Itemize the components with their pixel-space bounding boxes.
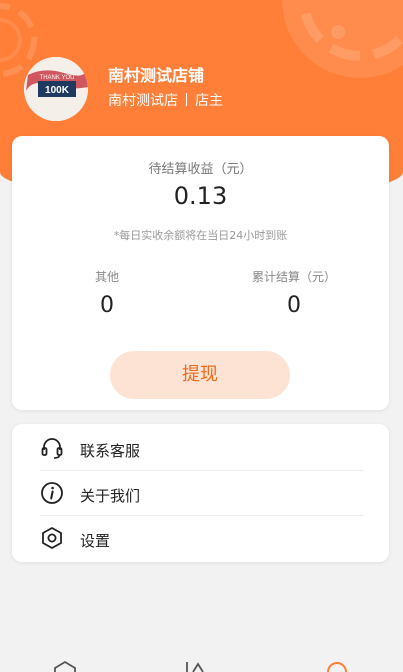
total-settled-label: 累计结算（元） [251,270,336,284]
other-label: 其他 [94,270,119,284]
store-name: 南村测试店 [108,93,178,109]
total-settled-value: 0 [287,293,301,318]
shop-name: 南村测试店铺 [108,66,205,85]
menu-item-label: 设置 [80,532,111,550]
menu-item-about-us[interactable]: 关于我们 [40,471,364,516]
other-stat: 其他 0 [12,268,202,318]
avatar-text-top: THANK YOU [40,75,75,81]
profile-icon[interactable] [325,660,349,672]
info-icon [41,482,63,504]
bottom-navigation [0,648,403,672]
menu-item-label: 关于我们 [80,487,141,505]
menu-item-label: 联系客服 [80,442,141,460]
info-divider [186,93,187,106]
user-role: 店主 [195,93,223,109]
menu-card: 联系客服 关于我们 设置 [12,424,389,562]
menu-item-settings[interactable]: 设置 [40,516,364,561]
shop-info: 南村测试店 店主 [108,90,223,110]
earnings-card: 待结算收益（元） 0.13 *每日实收余额将在当日24小时到账 其他 0 累计结… [12,136,389,410]
headset-icon [41,438,63,459]
chart-icon[interactable] [185,662,211,672]
settlement-note: *每日实收余额将在当日24小时到账 [113,229,288,242]
pending-earnings-value: 0.13 [173,182,228,210]
other-value: 0 [100,293,114,318]
pending-earnings-label: 待结算收益（元） [148,162,253,177]
settings-hexagon-icon [42,527,62,549]
total-settled-stat: 累计结算（元） 0 [199,268,389,318]
menu-item-customer-service[interactable]: 联系客服 [40,426,364,471]
avatar-text-main: 100K [45,85,70,96]
withdraw-button[interactable]: 提现 [110,351,290,399]
avatar[interactable]: THANK YOU 100K [24,57,88,121]
home-hexagon-icon[interactable] [53,660,77,672]
avatar-image: THANK YOU 100K [24,57,88,121]
